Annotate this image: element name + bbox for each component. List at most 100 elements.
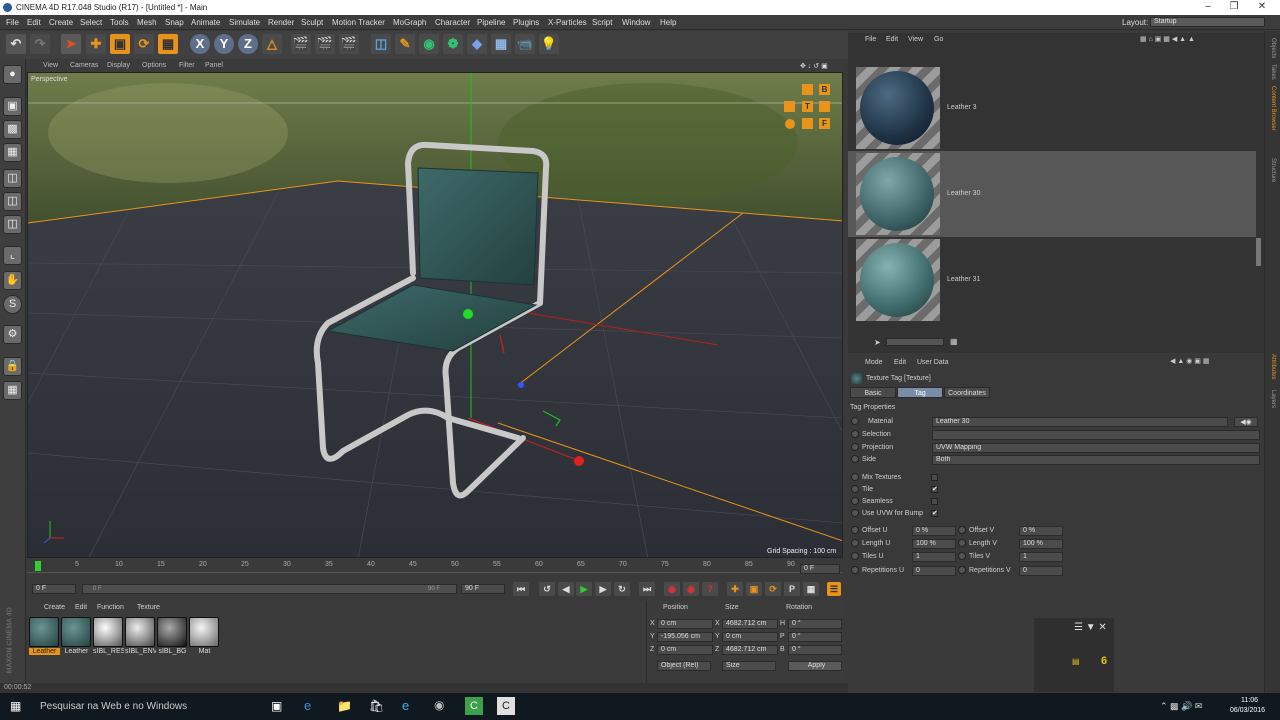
menu-mesh[interactable]: Mesh xyxy=(137,18,157,27)
mix-textures-checkbox[interactable] xyxy=(931,474,938,481)
pen-spline-icon[interactable]: ✎ xyxy=(395,34,415,54)
material-swatch-mat[interactable] xyxy=(189,617,219,647)
menu-pipeline[interactable]: Pipeline xyxy=(477,18,505,27)
taskbar-search[interactable]: Pesquisar na Web e no Windows xyxy=(40,701,187,712)
menu-select[interactable]: Select xyxy=(80,18,102,27)
render-view-icon[interactable]: 🎬 xyxy=(291,34,311,54)
light-icon[interactable]: 💡 xyxy=(539,34,559,54)
model-mode-icon[interactable]: ▣ xyxy=(3,97,22,116)
tray-icons[interactable]: ⌃ ▩ 🔊 ✉ xyxy=(1160,701,1202,712)
next-key-icon[interactable]: ↻ xyxy=(614,582,630,596)
z-axis-lock[interactable]: Z xyxy=(238,34,258,54)
tab-coordinates[interactable]: Coordinates xyxy=(944,387,990,398)
menu-render[interactable]: Render xyxy=(268,18,294,27)
camtasia-icon[interactable]: C xyxy=(465,697,483,715)
points-mode-icon[interactable]: ◫ xyxy=(3,169,22,188)
rotation-b-field[interactable]: 0 ° xyxy=(788,645,842,655)
vp-menu-options[interactable]: Options xyxy=(142,62,166,69)
tab-tag[interactable]: Tag xyxy=(897,387,943,398)
menu-script[interactable]: Script xyxy=(592,18,612,27)
timeline[interactable]: 0 5 10 15 20 25 30 35 40 45 50 55 60 65 … xyxy=(27,559,843,597)
redo-icon[interactable]: ↷ xyxy=(30,34,50,54)
rotation-p-field[interactable]: 0 ° xyxy=(788,632,842,642)
length-v-field[interactable]: 100 % xyxy=(1019,539,1063,549)
scale-key-icon[interactable]: ▣ xyxy=(746,582,762,596)
tiles-v-field[interactable]: 1 xyxy=(1019,552,1063,562)
polygons-mode-icon[interactable]: ◫ xyxy=(3,215,22,234)
mat-menu-texture[interactable]: Texture xyxy=(137,604,160,611)
nav-letter-f[interactable]: F xyxy=(819,119,830,128)
use-uvw-bump-checkbox[interactable]: ✔ xyxy=(931,510,938,517)
attr-menu-user-data[interactable]: User Data xyxy=(917,359,949,366)
menu-edit[interactable]: Edit xyxy=(27,18,41,27)
clock-date[interactable]: 06/03/2016 xyxy=(1230,707,1265,714)
recent-tool-icon[interactable]: ▦ xyxy=(158,34,178,54)
maximize-button[interactable]: ❒ xyxy=(1222,1,1246,14)
planar-workplane-icon[interactable]: ▦ xyxy=(3,381,22,400)
menu-create[interactable]: Create xyxy=(49,18,73,27)
material-link-buttons[interactable]: ◀◉ xyxy=(1234,417,1258,427)
vp-menu-filter[interactable]: Filter xyxy=(179,62,195,69)
tab-basic[interactable]: Basic xyxy=(850,387,896,398)
go-to-end-icon[interactable]: ⏭ xyxy=(639,582,655,596)
seamless-checkbox[interactable] xyxy=(931,498,938,505)
edge-icon[interactable]: e xyxy=(304,698,311,713)
viewport-nav-icon[interactable]: ✥ ↓ ↺ ▣ xyxy=(800,62,828,70)
position-y-field[interactable]: -195.056 cm xyxy=(657,632,713,642)
apply-button[interactable]: Apply xyxy=(788,661,842,671)
lock-workplane-icon[interactable]: 🔒 xyxy=(3,357,22,376)
vp-menu-view[interactable]: View xyxy=(43,62,58,69)
previous-key-icon[interactable]: ↺ xyxy=(539,582,555,596)
anim-dot[interactable] xyxy=(958,566,966,574)
attr-menu-mode[interactable]: Mode xyxy=(865,359,883,366)
menu-animate[interactable]: Animate xyxy=(191,18,220,27)
rotation-key-icon[interactable]: ⟳ xyxy=(765,582,781,596)
cloner-icon[interactable]: ❁ xyxy=(443,34,463,54)
cb-menu-file[interactable]: File xyxy=(865,36,876,43)
record-icon[interactable]: ◉ xyxy=(664,582,680,596)
anim-dot[interactable] xyxy=(851,430,859,438)
menu-sculpt[interactable]: Sculpt xyxy=(301,18,323,27)
repetitions-u-field[interactable]: 0 xyxy=(912,566,956,576)
content-item[interactable]: Leather 31 xyxy=(848,237,1256,323)
offset-v-field[interactable]: 0 % xyxy=(1019,526,1063,536)
menu-snap[interactable]: Snap xyxy=(165,18,184,27)
tiles-u-field[interactable]: 1 xyxy=(912,552,956,562)
x-axis-lock[interactable]: X xyxy=(190,34,210,54)
anim-dot[interactable] xyxy=(851,509,859,517)
task-view-icon[interactable]: ▣ xyxy=(271,699,282,713)
y-axis-lock[interactable]: Y xyxy=(214,34,234,54)
mat-menu-create[interactable]: Create xyxy=(44,604,65,611)
snapping-icon[interactable]: S xyxy=(3,295,22,314)
store-icon[interactable]: 🛍 xyxy=(369,699,384,713)
move-icon[interactable]: ✚ xyxy=(86,34,106,54)
vp-menu-cameras[interactable]: Cameras xyxy=(70,62,98,69)
playhead[interactable] xyxy=(35,561,41,571)
menu-tools[interactable]: Tools xyxy=(110,18,129,27)
cb-menu-view[interactable]: View xyxy=(908,36,923,43)
range-slider[interactable]: 0 F 90 F xyxy=(82,584,457,594)
live-selection-icon[interactable]: ➤ xyxy=(61,34,81,54)
enable-axis-icon[interactable]: ⚙ xyxy=(3,325,22,344)
start-icon[interactable]: ▦ xyxy=(10,699,21,713)
ie-icon[interactable]: e xyxy=(402,698,409,713)
nav-letter-t[interactable]: T xyxy=(802,102,813,111)
autokey-icon[interactable]: ◉ xyxy=(683,582,699,596)
content-item[interactable]: Leather 3 xyxy=(848,65,1256,151)
material-swatch-sibl-bg[interactable] xyxy=(157,617,187,647)
tab-structure[interactable]: Structure xyxy=(1270,158,1276,202)
previous-frame-icon[interactable]: ◀ xyxy=(558,582,574,596)
texture-mode-icon[interactable]: ▩ xyxy=(3,120,22,139)
size-x-field[interactable]: 4682.712 cm xyxy=(722,619,778,629)
menu-plugins[interactable]: Plugins xyxy=(513,18,539,27)
undo-icon[interactable]: ↶ xyxy=(6,34,26,54)
position-x-field[interactable]: 0 cm xyxy=(657,619,713,629)
play-icon[interactable]: ▶ xyxy=(576,582,592,596)
subdivision-icon[interactable]: ◉ xyxy=(419,34,439,54)
menu-help[interactable]: Help xyxy=(660,18,676,27)
timeline-ruler[interactable] xyxy=(27,559,843,573)
position-key-icon[interactable]: ✚ xyxy=(727,582,743,596)
cube-icon[interactable]: ◫ xyxy=(371,34,391,54)
coordinate-mode-dropdown[interactable]: Object (Rel) xyxy=(657,661,711,671)
length-u-field[interactable]: 100 % xyxy=(912,539,956,549)
